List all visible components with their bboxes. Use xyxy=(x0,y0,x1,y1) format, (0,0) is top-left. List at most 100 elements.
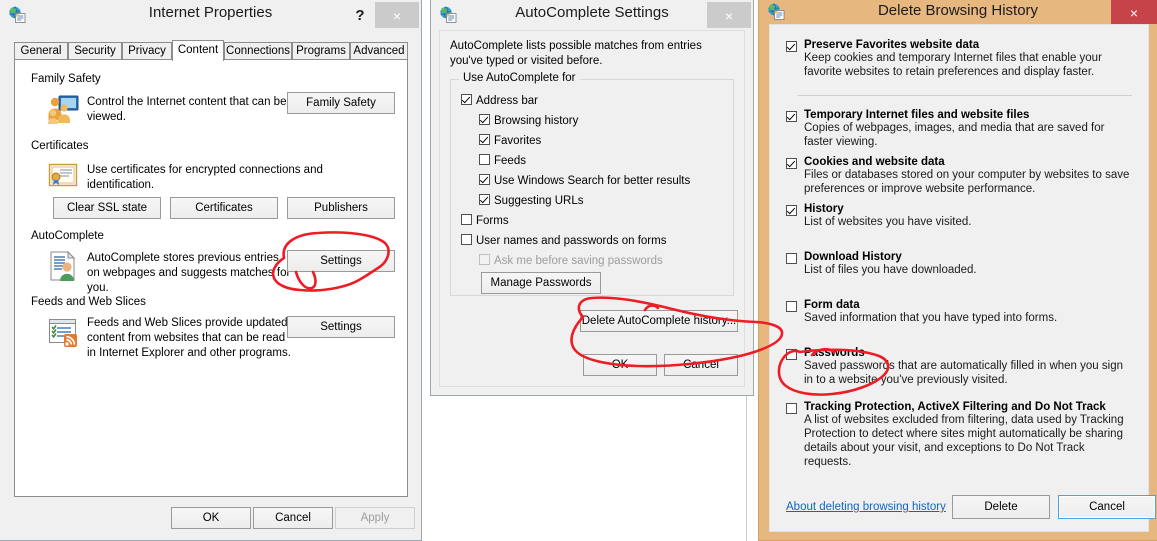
content-tab-panel: Family Safety Control the Internet conte… xyxy=(14,59,408,497)
list-item-description: Saved information that you have typed in… xyxy=(804,312,1058,324)
list-item-label: Form data xyxy=(804,299,860,311)
close-button[interactable]: × xyxy=(707,2,751,28)
checkbox-ask-before-saving-passwords: Ask me before saving passwords xyxy=(479,254,663,267)
list-item-description: Keep cookies and temporary Internet file… xyxy=(804,52,1102,78)
certificates-button[interactable]: Certificates xyxy=(170,197,278,219)
list-item-cookies-and-website-data[interactable]: Cookies and website data Files or databa… xyxy=(786,156,1134,196)
feeds-group: Feeds and Web Slices xyxy=(31,296,393,312)
about-deleting-browsing-history-link[interactable]: About deleting browsing history xyxy=(786,501,946,513)
internet-properties-ok-button[interactable]: OK xyxy=(171,507,251,529)
clear-ssl-state-button[interactable]: Clear SSL state xyxy=(53,197,161,219)
help-button[interactable]: ? xyxy=(347,2,373,28)
checkbox-passwords[interactable] xyxy=(786,349,797,360)
internet-properties-cancel-button[interactable]: Cancel xyxy=(253,507,333,529)
checkbox-label: Use Windows Search for better results xyxy=(494,175,691,187)
list-item-passwords[interactable]: Passwords Saved passwords that are autom… xyxy=(786,347,1134,387)
internet-properties-tabs: General Security Privacy Content Connect… xyxy=(14,40,409,61)
autocomplete-cancel-button[interactable]: Cancel xyxy=(664,354,738,376)
publishers-button[interactable]: Publishers xyxy=(287,197,395,219)
checkbox-address-bar[interactable]: Address bar xyxy=(461,94,538,107)
checkbox-box[interactable] xyxy=(479,114,490,125)
close-button[interactable]: × xyxy=(375,2,419,28)
checkbox-feeds[interactable]: Feeds xyxy=(479,154,526,167)
autocomplete-intro-text: AutoComplete lists possible matches from… xyxy=(450,40,702,67)
tab-content[interactable]: Content xyxy=(172,40,224,61)
checkbox-box[interactable] xyxy=(479,174,490,185)
autocomplete-settings-button[interactable]: Settings xyxy=(287,250,395,272)
checkbox-usernames-passwords[interactable]: User names and passwords on forms xyxy=(461,234,666,247)
tab-security[interactable]: Security xyxy=(68,42,122,60)
checkbox-label: Favorites xyxy=(494,135,542,147)
checkbox-label: Ask me before saving passwords xyxy=(494,255,663,267)
autocomplete-settings-titlebar: AutoComplete Settings × xyxy=(431,0,753,30)
autocomplete-icon xyxy=(47,250,79,282)
checkbox-box[interactable] xyxy=(479,194,490,205)
list-item-label: History xyxy=(804,203,844,215)
delete-button[interactable]: Delete xyxy=(952,495,1050,519)
checkbox-box[interactable] xyxy=(461,214,472,225)
list-item-label: Download History xyxy=(804,251,902,263)
cancel-button[interactable]: Cancel xyxy=(1058,495,1156,519)
checkbox-form-data[interactable] xyxy=(786,301,797,312)
list-item-label: Temporary Internet files and website fil… xyxy=(804,109,1030,121)
feeds-group-title: Feeds and Web Slices xyxy=(31,296,152,308)
list-item-label: Passwords xyxy=(804,347,865,359)
delete-browsing-history-titlebar: Delete Browsing History × xyxy=(759,0,1157,24)
delete-browsing-history-body: Preserve Favorites website data Keep coo… xyxy=(769,24,1156,532)
checkbox-label: Feeds xyxy=(494,155,526,167)
checkbox-history[interactable] xyxy=(786,205,797,216)
family-safety-group-title: Family Safety xyxy=(31,73,107,85)
tab-privacy[interactable]: Privacy xyxy=(122,42,172,60)
tab-connections[interactable]: Connections xyxy=(224,42,292,60)
checkbox-box[interactable] xyxy=(461,94,472,105)
checkbox-forms[interactable]: Forms xyxy=(461,214,509,227)
checkbox-box xyxy=(479,254,490,265)
checkbox-preserve-favorites[interactable] xyxy=(786,41,797,52)
checkbox-label: Address bar xyxy=(476,95,539,107)
list-item-tracking-protection[interactable]: Tracking Protection, ActiveX Filtering a… xyxy=(786,401,1134,469)
certificates-description: Use certificates for encrypted connectio… xyxy=(87,164,323,191)
delete-autocomplete-history-button[interactable]: Delete AutoComplete history... xyxy=(580,310,738,332)
delete-browsing-history-title: Delete Browsing History xyxy=(877,2,1039,19)
checkbox-label: Suggesting URLs xyxy=(494,195,584,207)
list-item-description: Copies of webpages, images, and media th… xyxy=(804,122,1105,148)
tab-advanced[interactable]: Advanced xyxy=(350,42,408,60)
close-button[interactable]: × xyxy=(1111,0,1157,24)
autocomplete-ok-button[interactable]: OK xyxy=(583,354,657,376)
checkbox-favorites[interactable]: Favorites xyxy=(479,134,541,147)
autocomplete-settings-title: AutoComplete Settings xyxy=(515,4,669,21)
list-item-description: A list of websites excluded from filteri… xyxy=(804,414,1124,468)
family-safety-button[interactable]: Family Safety xyxy=(287,92,395,114)
use-autocomplete-for-legend: Use AutoComplete for xyxy=(459,72,580,84)
manage-passwords-button[interactable]: Manage Passwords xyxy=(481,272,601,294)
autocomplete-settings-body: AutoComplete lists possible matches from… xyxy=(439,30,745,387)
tab-general[interactable]: General xyxy=(14,42,68,60)
checkbox-tracking-protection[interactable] xyxy=(786,403,797,414)
internet-properties-titlebar: Internet Properties ? × xyxy=(0,0,421,30)
feeds-icon xyxy=(47,316,79,348)
checkbox-suggesting-urls[interactable]: Suggesting URLs xyxy=(479,194,584,207)
checkbox-browsing-history[interactable]: Browsing history xyxy=(479,114,578,127)
list-item-label: Preserve Favorites website data xyxy=(804,39,980,51)
list-item-preserve-favorites[interactable]: Preserve Favorites website data Keep coo… xyxy=(786,39,1134,79)
feeds-settings-button[interactable]: Settings xyxy=(287,316,395,338)
autocomplete-group: AutoComplete xyxy=(31,230,393,246)
certificates-group: Certificates xyxy=(31,140,393,156)
list-item-download-history[interactable]: Download History List of files you have … xyxy=(786,251,1134,277)
list-item-history[interactable]: History List of websites you have visite… xyxy=(786,203,1134,229)
checkbox-cookies-and-website-data[interactable] xyxy=(786,158,797,169)
family-safety-description: Control the Internet content that can be… xyxy=(87,96,287,123)
checkbox-download-history[interactable] xyxy=(786,253,797,264)
list-item-form-data[interactable]: Form data Saved information that you hav… xyxy=(786,299,1134,325)
checkbox-box[interactable] xyxy=(479,134,490,145)
checkbox-label: Browsing history xyxy=(494,115,579,127)
checkbox-box[interactable] xyxy=(461,234,472,245)
use-autocomplete-for-fieldset: Use AutoComplete for Address bar Browsin… xyxy=(450,72,734,296)
list-item-description: Files or databases stored on your comput… xyxy=(804,169,1130,195)
list-item-label: Cookies and website data xyxy=(804,156,945,168)
list-item-temporary-internet-files[interactable]: Temporary Internet files and website fil… xyxy=(786,109,1134,149)
checkbox-box[interactable] xyxy=(479,154,490,165)
checkbox-temporary-internet-files[interactable] xyxy=(786,111,797,122)
checkbox-windows-search[interactable]: Use Windows Search for better results xyxy=(479,174,690,187)
tab-programs[interactable]: Programs xyxy=(292,42,350,60)
